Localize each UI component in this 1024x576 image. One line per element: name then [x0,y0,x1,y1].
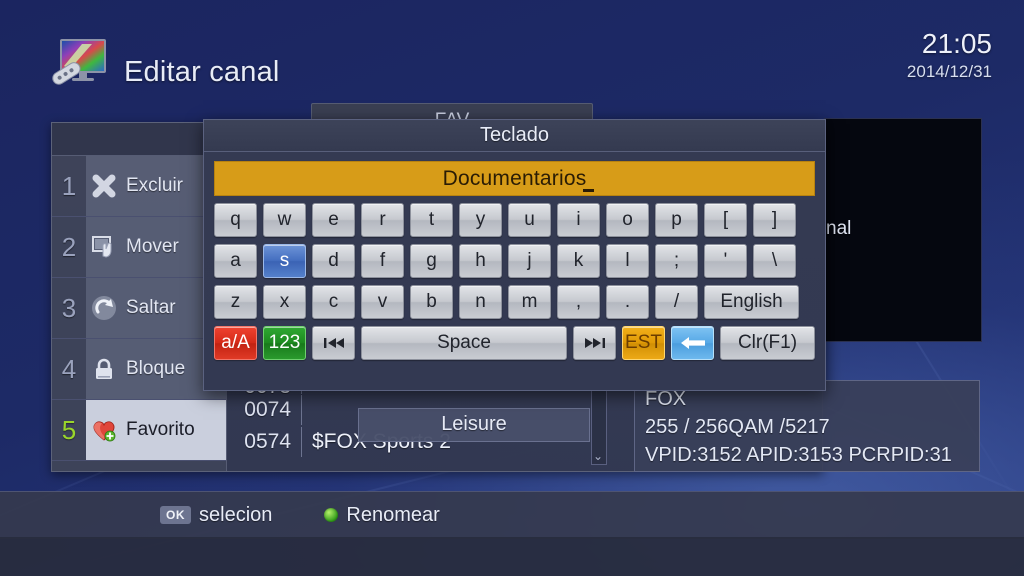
footer-action-rename[interactable]: Renomear [324,503,440,527]
sidebar: 1 Excluir 2 Mover 3 Saltar 4 Bloque 5 Fa… [52,123,227,471]
key-y[interactable]: y [459,203,502,237]
group-name-overlay: Leisure [358,408,590,442]
key-bracket-left[interactable]: [ [704,203,747,237]
clock-date: 2014/12/31 [906,62,992,81]
key-b[interactable]: b [410,285,453,319]
sidebar-item-favorito[interactable]: 5 Favorito [52,400,226,461]
key-est[interactable]: EST [622,326,665,360]
key-z[interactable]: z [214,285,257,319]
key-u[interactable]: u [508,203,551,237]
key-slash[interactable]: / [655,285,698,319]
key-e[interactable]: e [312,203,355,237]
key-c[interactable]: c [312,285,355,319]
key-t[interactable]: t [410,203,453,237]
key-clear[interactable]: Clr(F1) [720,326,815,360]
key-n[interactable]: n [459,285,502,319]
move-icon [86,229,122,265]
keyboard-body: Documentarios q w e r t y u i o p [ ] a … [204,152,825,368]
key-shift-case[interactable]: a/A [214,326,257,360]
key-k[interactable]: k [557,244,600,278]
key-f[interactable]: f [361,244,404,278]
sidebar-item-number: 5 [61,414,77,445]
chevron-down-icon[interactable]: ⌄ [592,450,604,464]
footer-action-ok[interactable]: OK selecion [160,504,272,527]
key-apostrophe[interactable]: ' [704,244,747,278]
green-dot-icon [324,508,339,522]
left-arrow-icon[interactable] [671,326,714,360]
skip-forward-icon[interactable] [573,326,616,360]
key-q[interactable]: q [214,203,257,237]
info-line-modulation: 255 / 256QAM /5217 [645,416,830,438]
cross-icon [86,168,122,204]
sidebar-item-bloquear[interactable]: 4 Bloque [52,339,226,400]
key-l[interactable]: l [606,244,649,278]
preview-partial-text: nal [826,218,852,239]
key-backslash[interactable]: \ [753,244,796,278]
key-d[interactable]: d [312,244,355,278]
footer-action-label: selecion [199,503,273,526]
key-numbers[interactable]: 123 [263,326,306,360]
sidebar-item-saltar[interactable]: 3 Saltar [52,278,226,339]
sidebar-item-number: 1 [61,170,77,201]
sidebar-item-label: Bloque [126,358,186,379]
header: Editar canal 21:05 2014/12/31 [0,0,1024,105]
key-h[interactable]: h [459,244,502,278]
sidebar-item-excluir[interactable]: 1 Excluir [52,156,226,217]
key-semicolon[interactable]: ; [655,244,698,278]
key-bracket-right[interactable]: ] [753,203,796,237]
heart-icon [86,412,122,448]
clock: 21:05 2014/12/31 [907,28,992,84]
key-language-english[interactable]: English [704,285,799,319]
key-v[interactable]: v [361,285,404,319]
keyboard-row-2: a s d f g h j k l ; ' \ [214,244,815,278]
sidebar-item-label: Saltar [126,297,176,318]
key-comma[interactable]: , [557,285,600,319]
keyboard-row-3: z x c v b n m , . / English [214,285,815,319]
channel-info-panel: FOX 255 / 256QAM /5217 VPID:3152 APID:31… [634,380,980,472]
dialog-title: Teclado [204,120,825,152]
key-period[interactable]: . [606,285,649,319]
sidebar-item-label: Favorito [126,419,195,440]
skip-icon [86,290,122,326]
name-input-field[interactable]: Documentarios [214,161,815,196]
key-p[interactable]: p [655,203,698,237]
footer-hint-bar: OK selecion Renomear [0,491,1024,539]
sidebar-header [52,123,226,156]
lock-icon [86,351,122,387]
keyboard-row-4: a/A 123 Space EST Clr(F1) [214,326,815,360]
key-space[interactable]: Space [361,326,567,360]
key-a[interactable]: a [214,244,257,278]
key-o[interactable]: o [606,203,649,237]
sidebar-item-number: 2 [61,231,77,262]
key-j[interactable]: j [508,244,551,278]
sidebar-item-number: 4 [61,353,77,384]
key-r[interactable]: r [361,203,404,237]
key-g[interactable]: g [410,244,453,278]
keyboard-row-1: q w e r t y u i o p [ ] [214,203,815,237]
channel-number: 0074 [244,398,291,421]
tv-channel-editor-screen: Editar canal 21:05 2014/12/31 FAV nal 1 [0,0,1024,576]
skip-back-icon[interactable] [312,326,355,360]
footer-action-label: Renomear [346,503,440,526]
sidebar-item-number: 3 [61,292,77,323]
clock-time: 21:05 [921,28,992,59]
key-i[interactable]: i [557,203,600,237]
sidebar-item-label: Mover [126,236,179,257]
ok-button-badge: OK [160,506,191,524]
text-caret [582,189,594,192]
name-input-value: Documentarios [442,166,587,190]
tv-remote-icon [48,36,114,90]
keyboard-dialog: Teclado Documentarios q w e r t y u i o … [203,119,826,391]
key-m[interactable]: m [508,285,551,319]
footer-bottom-bar [0,537,1024,576]
key-x[interactable]: x [263,285,306,319]
key-w[interactable]: w [263,203,306,237]
page-title: Editar canal [124,56,280,88]
sidebar-item-mover[interactable]: 2 Mover [52,217,226,278]
info-line-pids: VPID:3152 APID:3153 PCRPID:31 [645,444,952,466]
key-s[interactable]: s [263,244,306,278]
sidebar-item-label: Excluir [126,175,184,196]
channel-number: 0574 [244,430,291,453]
